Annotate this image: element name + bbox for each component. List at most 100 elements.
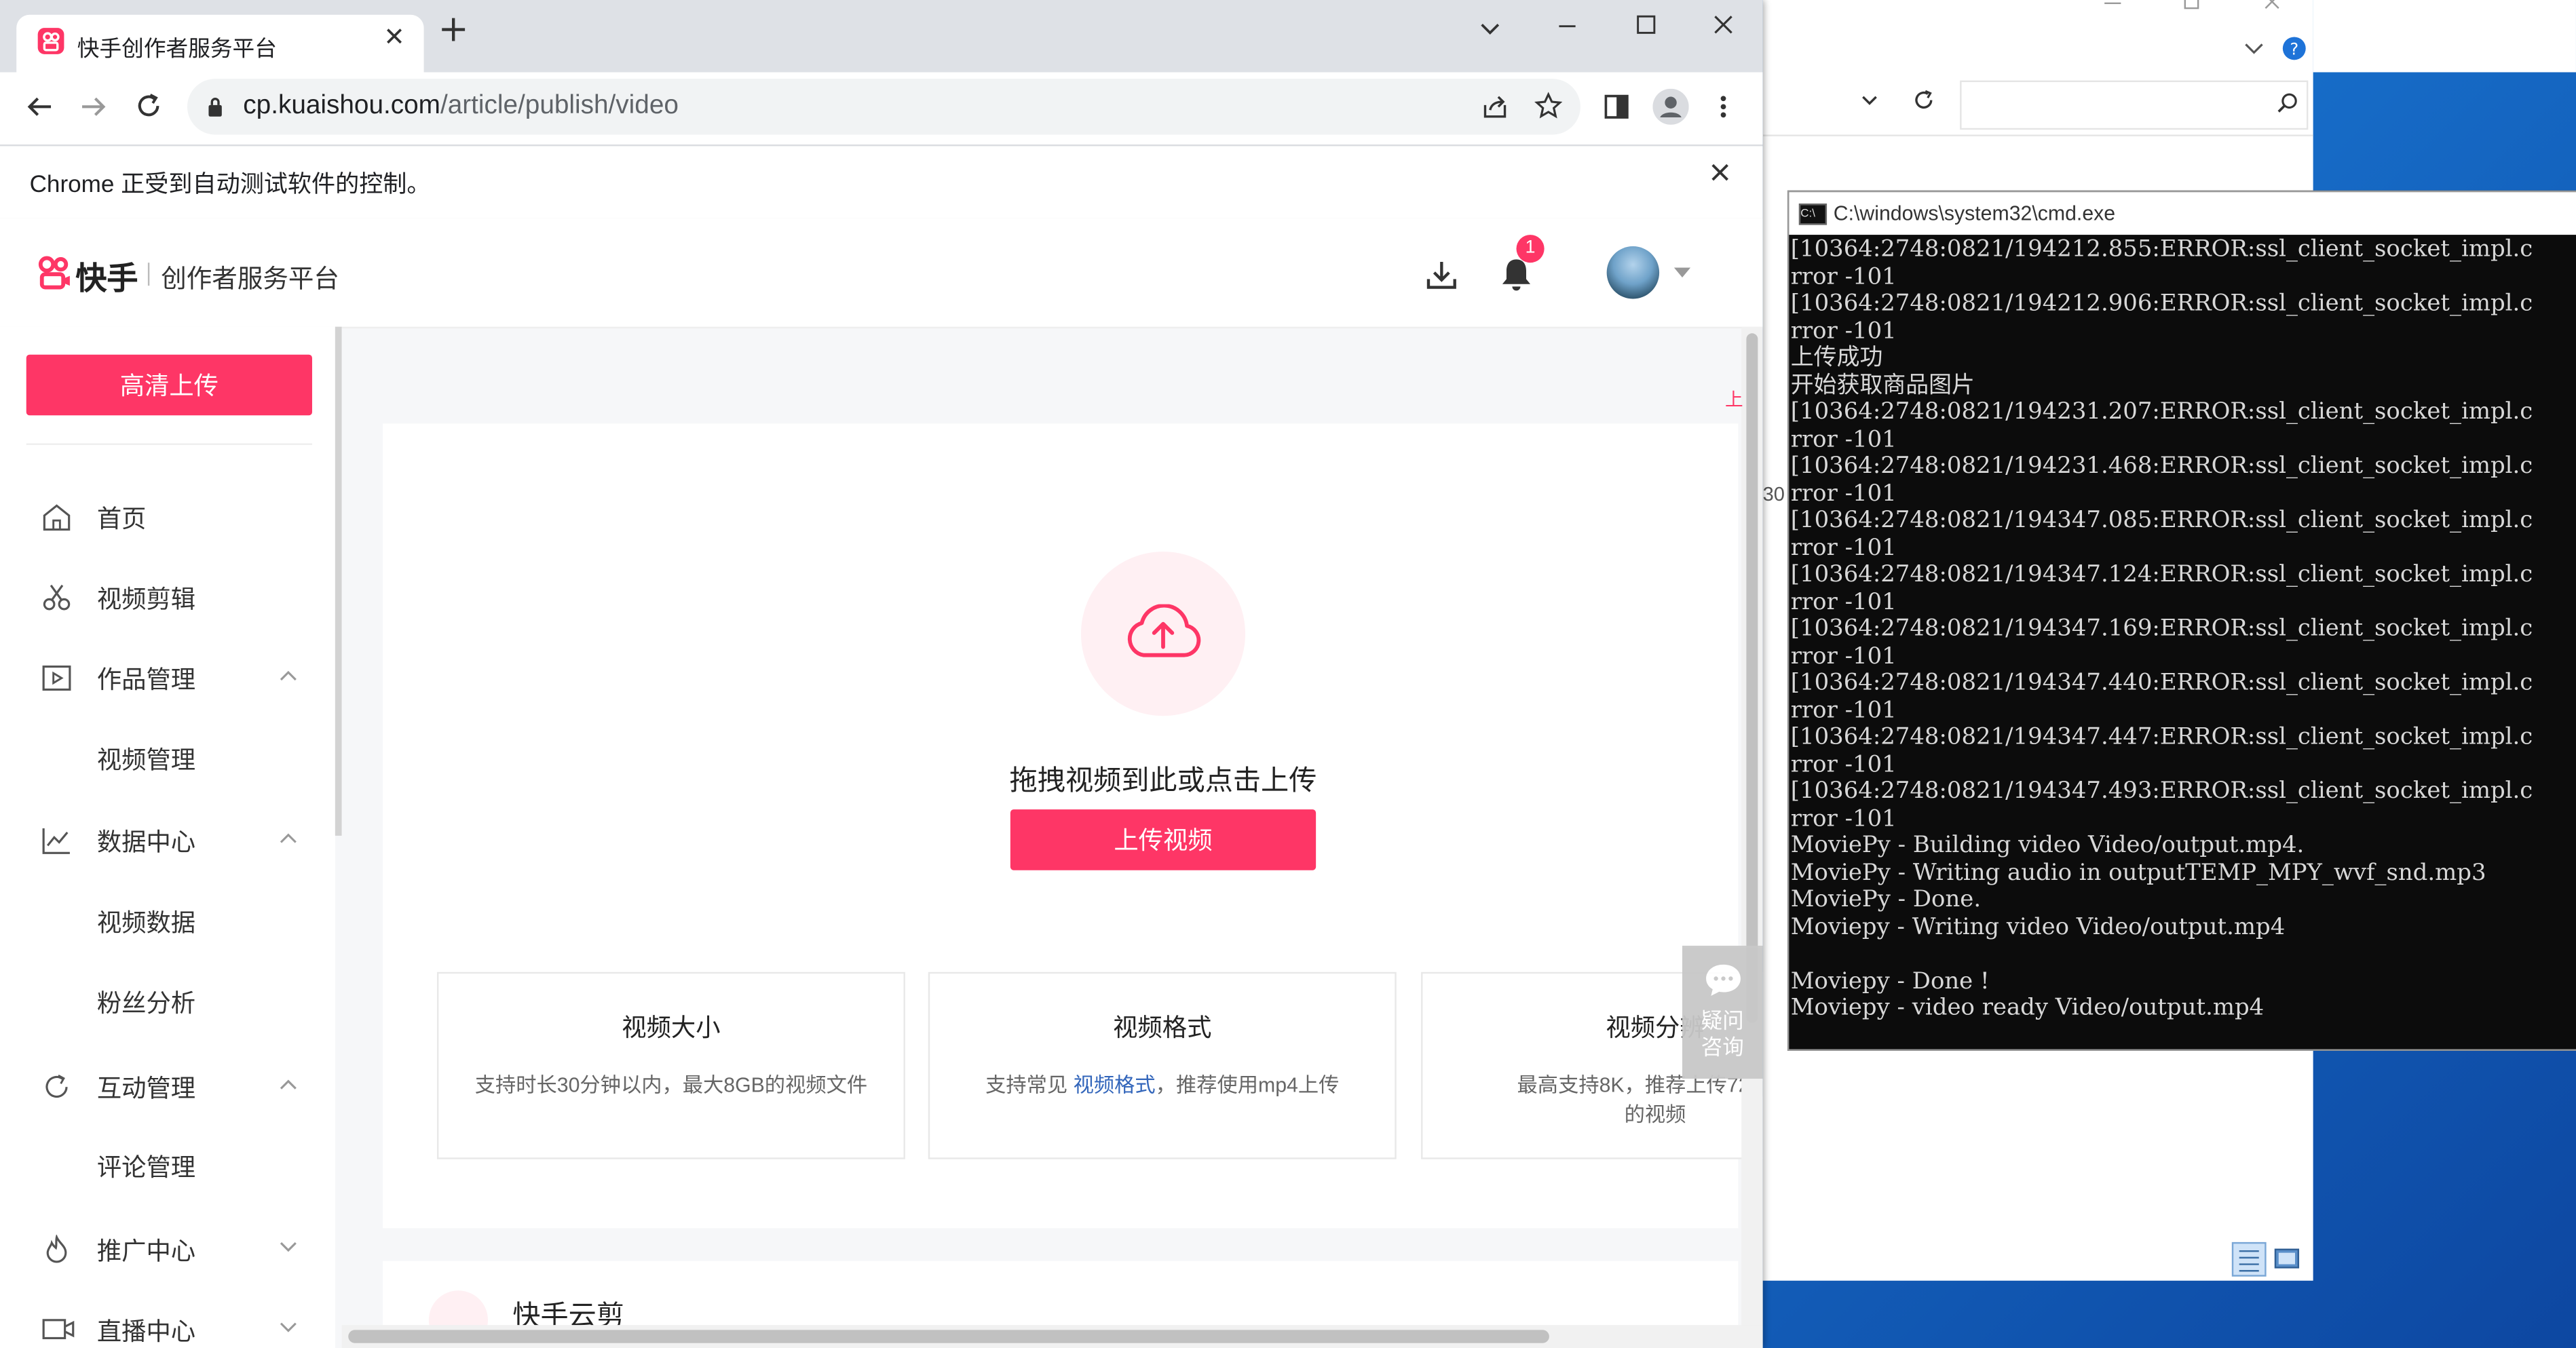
address-bar[interactable]: cp.kuaishou.com/article/publish/video — [187, 79, 1580, 135]
browser-tab[interactable]: 快手创作者服务平台 — [16, 14, 424, 73]
chevron-down-icon[interactable] — [2244, 41, 2264, 58]
sidebar-item-works[interactable]: 作品管理 — [0, 649, 335, 708]
explorer-search-field[interactable] — [1960, 80, 2309, 130]
cmd-line: rror -101 — [1790, 317, 1897, 345]
details-view-icon[interactable] — [2231, 1241, 2267, 1277]
chevron-up-icon — [280, 832, 298, 844]
cmd-line: Moviepy - Done ! — [1790, 967, 1990, 995]
close-window-icon[interactable] — [1713, 15, 1733, 35]
sidebar-subitem-comments[interactable]: 评论管理 — [97, 1149, 195, 1184]
sidebar-item-video-edit[interactable]: 视频剪辑 — [0, 568, 335, 627]
hd-upload-button[interactable]: 高清上传 — [26, 354, 312, 416]
minimize-icon[interactable] — [1557, 23, 1577, 30]
side-panel-icon[interactable] — [1604, 94, 1630, 120]
sidebar-item-label: 视频剪辑 — [96, 586, 196, 615]
url-text[interactable]: cp.kuaishou.com/article/publish/video — [243, 92, 679, 122]
sidebar-item-promotion[interactable]: 推广中心 — [0, 1220, 335, 1279]
chat-bubble-icon — [1703, 962, 1743, 998]
chrome-window: 快手创作者服务平台 cp.kuaishou.com/article/publis… — [0, 0, 1763, 1348]
chevron-up-icon — [280, 1079, 298, 1090]
line-chart-icon — [41, 826, 73, 855]
drop-hint: 拖拽视频到此或点击上传 — [1009, 765, 1317, 796]
chevron-down-icon[interactable] — [1859, 90, 1879, 110]
cmd-line: 上传成功 — [1790, 345, 1883, 371]
consult-line: 疑问 — [1701, 1008, 1744, 1033]
bookmark-star-icon[interactable] — [1534, 92, 1563, 120]
cmd-line: [10364:2748:0821/194347.169:ERROR:ssl_cl… — [1790, 615, 2533, 642]
video-camera-icon — [41, 1315, 76, 1345]
infobar-close-icon[interactable] — [1710, 163, 1730, 182]
cmd-window: C:\ C:\windows\system32\cmd.exe [10364:2… — [1787, 190, 2576, 1051]
profile-icon[interactable] — [1652, 88, 1689, 125]
search-icon — [2277, 92, 2298, 113]
vertical-scroll-thumb[interactable] — [1746, 333, 1758, 1023]
url-host: cp.kuaishou.com — [243, 92, 440, 120]
large-icons-view-icon[interactable] — [2274, 1246, 2300, 1273]
cmd-line: [10364:2748:0821/194347.440:ERROR:ssl_cl… — [1790, 670, 2533, 697]
reload-icon[interactable] — [135, 92, 163, 120]
sidebar-item-data-center[interactable]: 数据中心 — [0, 811, 335, 870]
sidebar-item-interaction[interactable]: 互动管理 — [0, 1058, 335, 1117]
cmd-line: rror -101 — [1790, 642, 1897, 670]
avatar[interactable] — [1606, 246, 1660, 299]
consult-line: 咨询 — [1701, 1034, 1744, 1060]
sidebar-item-label: 首页 — [96, 505, 147, 534]
tab-search-icon[interactable] — [1479, 21, 1502, 37]
new-tab-icon[interactable] — [440, 16, 467, 43]
share-icon[interactable] — [1482, 94, 1510, 120]
info-desc: 支持时长30分钟以内，最大8GB的视频文件 — [474, 1073, 868, 1097]
automation-infobar: Chrome 正受到自动测试软件的控制。 — [0, 144, 1763, 220]
caret-down-icon[interactable] — [1673, 267, 1691, 278]
back-icon[interactable] — [26, 94, 53, 120]
refresh-icon[interactable] — [1912, 89, 1935, 112]
video-format-link[interactable]: 视频格式 — [1074, 1074, 1156, 1097]
sidebar-item-home[interactable]: 首页 — [0, 488, 335, 547]
cmd-icon: C:\ — [1798, 202, 1827, 225]
kuaishou-favicon-icon — [37, 28, 64, 54]
chevron-down-icon — [280, 1322, 298, 1333]
download-icon[interactable] — [1426, 259, 1457, 290]
forward-icon[interactable] — [81, 94, 107, 120]
sidebar-scrollbar[interactable] — [335, 326, 342, 836]
sidebar-item-live[interactable]: 直播中心 — [0, 1301, 335, 1348]
upload-drop-zone[interactable] — [1080, 552, 1246, 716]
horizontal-scroll-thumb[interactable] — [348, 1330, 1549, 1343]
maximize-icon[interactable] — [2183, 0, 2199, 10]
main-vertical-scrollbar[interactable] — [1741, 326, 1763, 1348]
info-desc-pre: 支持常见 — [985, 1073, 1074, 1097]
close-icon[interactable] — [2264, 0, 2280, 10]
sidebar-subitem-fans-analysis[interactable]: 粉丝分析 — [97, 985, 195, 1020]
cloud-upload-icon — [1122, 604, 1204, 660]
cmd-line: rror -101 — [1790, 263, 1897, 290]
sidebar-item-label: 推广中心 — [96, 1237, 196, 1266]
cmd-line: rror -101 — [1790, 805, 1897, 832]
cmd-line: [10364:2748:0821/194347.085:ERROR:ssl_cl… — [1790, 507, 2533, 534]
maximize-icon[interactable] — [1636, 15, 1656, 35]
browser-toolbar: cp.kuaishou.com/article/publish/video — [0, 72, 1763, 145]
notification-badge: 1 — [1516, 235, 1545, 263]
minimize-icon[interactable] — [2103, 0, 2123, 10]
chevron-up-icon — [280, 670, 298, 681]
lock-icon[interactable] — [207, 97, 223, 117]
sidebar-subitem-video-data[interactable]: 视频数据 — [97, 905, 195, 940]
cmd-line: Moviepy - video ready Video/output.mp4 — [1790, 995, 2265, 1022]
explorer-address-bar — [1762, 72, 2313, 136]
cmd-line: [10364:2748:0821/194347.493:ERROR:ssl_cl… — [1790, 778, 2533, 805]
menu-kebab-icon[interactable] — [1718, 94, 1728, 120]
home-icon — [41, 503, 73, 533]
sidebar-subitem-video-manage[interactable]: 视频管理 — [97, 742, 195, 777]
help-icon[interactable]: ? — [2282, 36, 2307, 60]
main-content: 拖拽视频到此或点击上传 上传视频 视频大小 支持时长30分钟以内，最大8GB的视… — [341, 326, 1763, 1348]
cmd-line: rror -101 — [1790, 534, 1897, 561]
main-horizontal-scrollbar[interactable] — [341, 1325, 1763, 1348]
cmd-title-bar[interactable]: C:\ C:\windows\system32\cmd.exe — [1789, 192, 2576, 235]
url-path: /article/publish/video — [440, 92, 679, 120]
kuaishou-logo-icon[interactable] — [36, 254, 72, 290]
tab-close-icon[interactable] — [384, 26, 404, 46]
cmd-line: [10364:2748:0821/194212.855:ERROR:ssl_cl… — [1790, 236, 2533, 263]
explorer-window-edge: ? — [2104, 0, 2576, 73]
consult-float-button[interactable]: 疑问 咨询 — [1682, 946, 1763, 1079]
upload-video-button[interactable]: 上传视频 — [1010, 809, 1317, 870]
sidebar-item-label: 直播中心 — [96, 1318, 196, 1347]
desktop: ? C:\ C:\windows\system32\cmd.exe [10364… — [0, 0, 2576, 1348]
